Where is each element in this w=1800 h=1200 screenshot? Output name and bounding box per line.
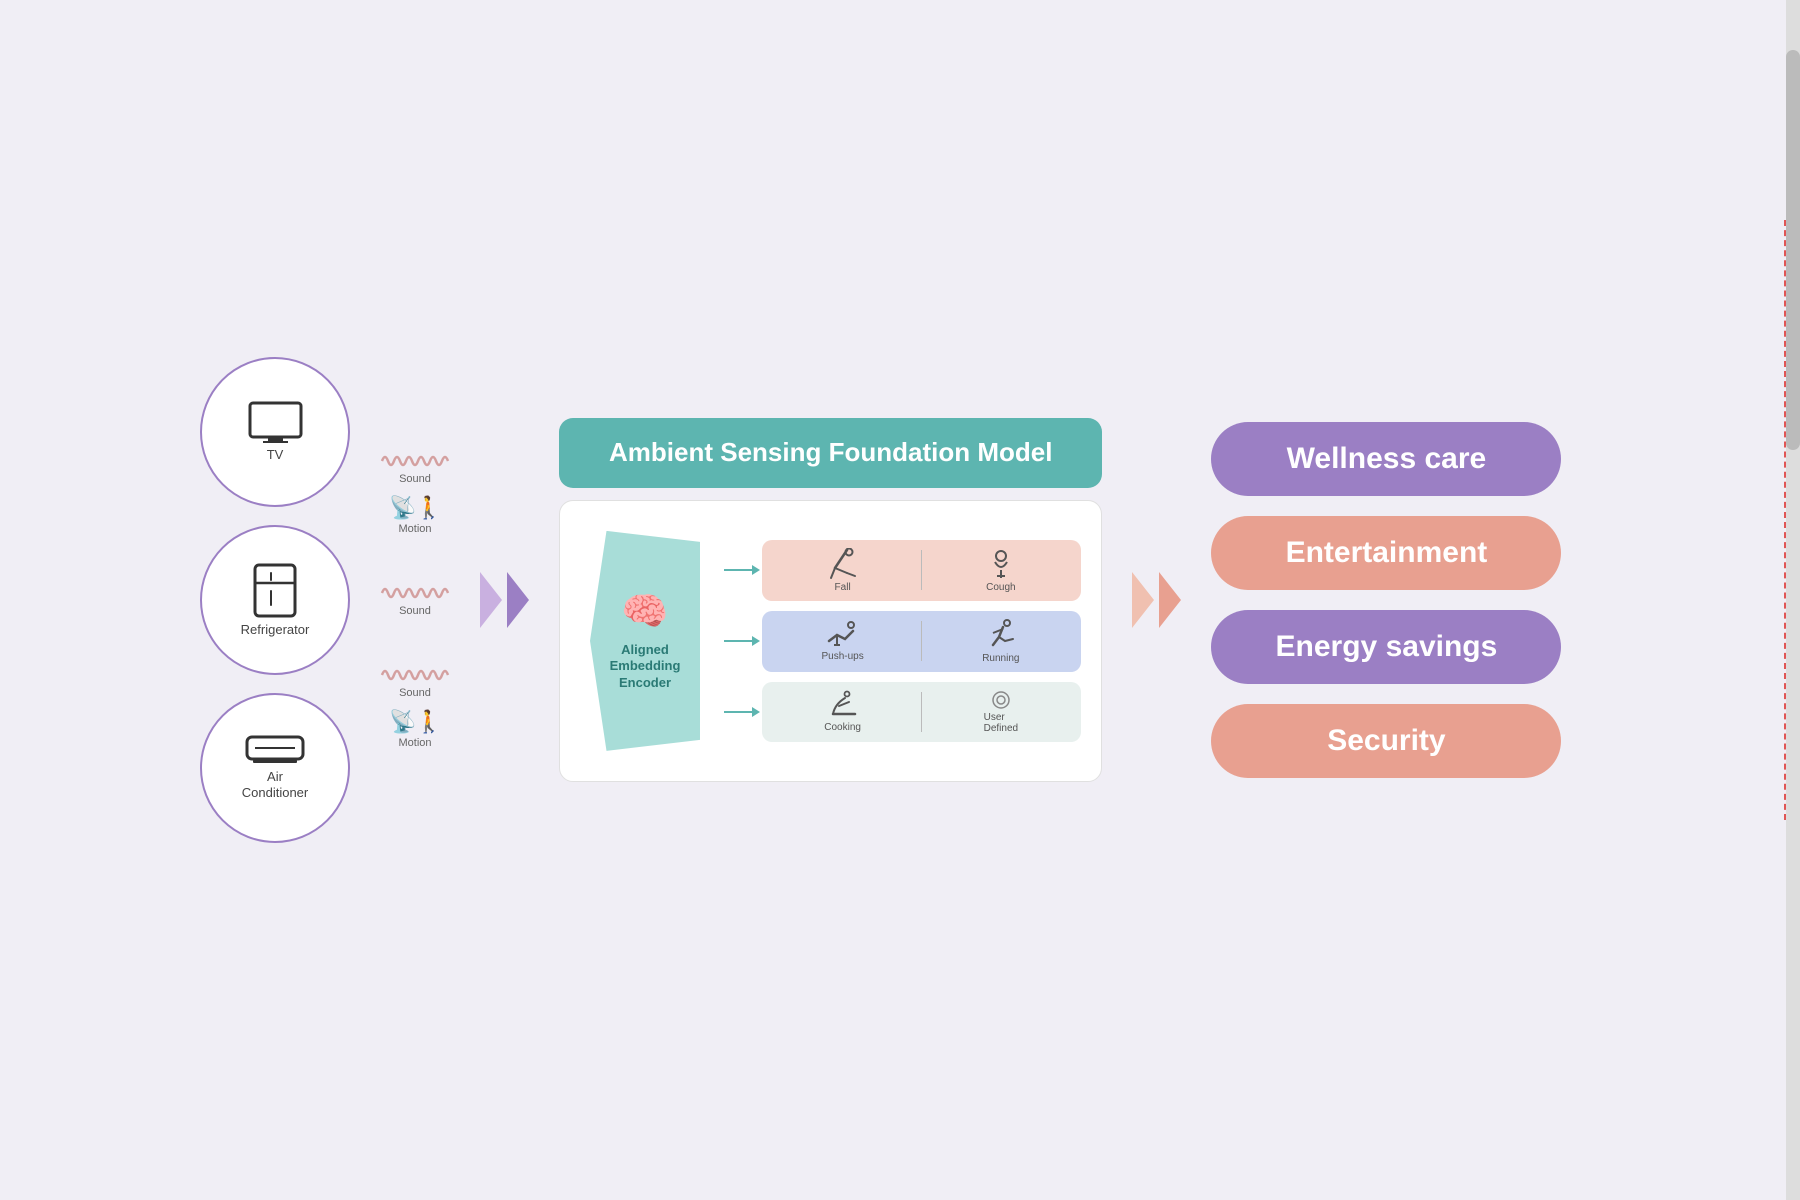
energy-pill: Energy savings [1211,610,1561,684]
ac-icon [245,735,305,765]
air-conditioner-device-circle: AirConditioner [200,693,350,843]
fm-header: Ambient Sensing Foundation Model [559,418,1102,488]
tv-device-circle: TV [200,357,350,507]
tv-icon [248,401,303,443]
pushups-running-row: Push-ups Running [724,611,1081,672]
svg-text:🚶: 🚶 [415,709,441,734]
fall-label: Fall [835,582,851,593]
ref-sound-sensor: Sound [380,583,450,617]
entertainment-label: Entertainment [1286,536,1488,569]
encoder-label: AlignedEmbeddingEncoder [610,642,681,693]
fall-item: Fall [772,548,913,593]
output-arrow [1132,572,1181,628]
motion-icon-ac: 📡 🚶 [389,707,441,735]
cooking-userdefined-row: Cooking UserDefined [724,682,1081,742]
ac-motion-sensor: 📡 🚶 Motion [380,707,450,749]
ref-sound-label: Sound [399,605,431,617]
cooking-item: Cooking [772,690,913,733]
outputs-column: Wellness care Entertainment Energy savin… [1211,422,1561,778]
devices-column: TV Refrigerator AirConditio [200,357,350,843]
cooking-userdefined-card: Cooking UserDefined [762,682,1081,742]
wellness-pill: Wellness care [1211,422,1561,496]
refrigerator-device-circle: Refrigerator [200,525,350,675]
fall-cough-row: Fall Cough [724,540,1081,601]
input-arrow [480,572,529,628]
divider-2 [921,621,922,661]
ac-sound-wave-icon [380,665,450,685]
running-label: Running [982,653,1019,664]
scrollbar[interactable] [1786,0,1800,1200]
pushups-label: Push-ups [821,651,863,662]
pushups-icon [827,621,859,649]
user-defined-label: UserDefined [984,712,1018,734]
entertainment-pill: Entertainment [1211,516,1561,590]
ac-sensors: Sound 📡 🚶 Motion [380,665,450,749]
ref-sound-wave-icon [380,583,450,603]
fall-cough-card: Fall Cough [762,540,1081,601]
cooking-icon [827,690,859,720]
refrigerator-icon [253,563,297,618]
pushups-item: Push-ups [772,621,913,662]
tv-sound-label: Sound [399,473,431,485]
cough-icon [987,548,1015,580]
fall-icon [829,548,857,580]
foundation-model-box: Ambient Sensing Foundation Model 🧠 Align… [559,418,1102,782]
user-defined-icon [991,690,1011,710]
ac-label: AirConditioner [242,769,309,800]
fm-body: 🧠 AlignedEmbeddingEncoder [559,500,1102,782]
ac-sound-label: Sound [399,687,431,699]
cooking-label: Cooking [824,722,861,733]
svg-text:📡: 📡 [389,707,416,734]
cough-item: Cough [930,548,1071,593]
scrollbar-thumb[interactable] [1786,50,1800,450]
arrow-to-fall-cough [724,569,754,571]
energy-label: Energy savings [1276,630,1498,663]
tv-sound-sensor: Sound [380,451,450,485]
tv-label: TV [267,447,284,463]
cough-label: Cough [986,582,1015,593]
arrow-to-exercise [724,640,754,642]
encoder-shape: 🧠 AlignedEmbeddingEncoder [590,531,700,751]
refrigerator-label: Refrigerator [241,622,310,638]
divider-3 [921,692,922,732]
svg-text:🚶: 🚶 [415,495,441,520]
security-pill: Security [1211,704,1561,778]
security-label: Security [1327,724,1445,757]
running-item: Running [930,619,1071,664]
sensors-column: Sound 📡 🚶 Motion Sound [380,451,450,749]
arrow-to-cooking [724,711,754,713]
motion-icon-tv: 📡 🚶 [389,493,441,521]
svg-text:📡: 📡 [389,493,416,520]
encoder-box: 🧠 AlignedEmbeddingEncoder [580,521,710,761]
sound-wave-icon [380,451,450,471]
wellness-label: Wellness care [1287,442,1487,475]
ac-motion-label: Motion [398,737,431,749]
divider-1 [921,550,922,590]
tv-sensors: Sound 📡 🚶 Motion [380,451,450,535]
encoder-outputs: Fall Cough [724,540,1081,742]
diagram-container: TV Refrigerator AirConditio [200,357,1600,843]
pushups-running-card: Push-ups Running [762,611,1081,672]
fm-title: Ambient Sensing Foundation Model [609,436,1052,470]
tv-motion-label: Motion [398,523,431,535]
brain-icon: 🧠 [621,590,668,634]
ac-sound-sensor: Sound [380,665,450,699]
refrigerator-sensors: Sound [380,583,450,617]
running-icon [985,619,1017,651]
tv-motion-sensor: 📡 🚶 Motion [380,493,450,535]
user-defined-item: UserDefined [930,690,1071,734]
